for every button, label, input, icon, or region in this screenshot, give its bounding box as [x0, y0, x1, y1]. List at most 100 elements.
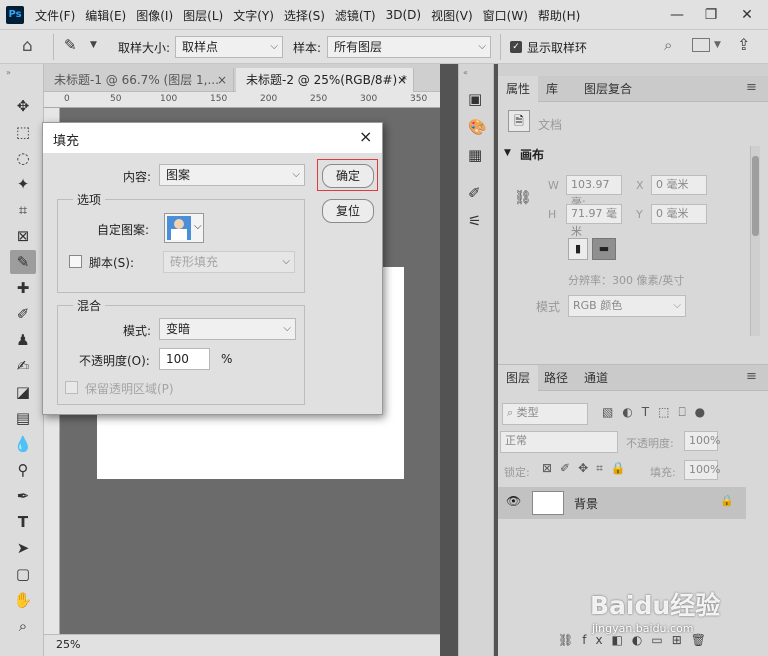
gradient-tool-icon[interactable]: ▤ [10, 406, 36, 430]
tab-paths[interactable]: 路径 [536, 365, 576, 391]
mode-select[interactable]: RGB 颜色 ⌵ [568, 295, 686, 317]
opacity-input[interactable]: 100 [159, 348, 210, 370]
menu-select[interactable]: 选择(S) [279, 7, 330, 24]
blend-mode-select[interactable]: 正常 [500, 431, 618, 453]
menu-3d[interactable]: 3D(D) [381, 8, 426, 22]
menu-file[interactable]: 文件(F) [30, 7, 80, 24]
landscape-icon[interactable]: ▬ [592, 238, 616, 260]
close-icon[interactable]: × [397, 68, 407, 92]
magic-wand-tool-icon[interactable]: ✦ [10, 172, 36, 196]
menu-window[interactable]: 窗口(W) [478, 7, 533, 24]
doc-label: 文档 [538, 118, 563, 132]
scrollbar-thumb[interactable] [752, 156, 759, 236]
height-field[interactable]: 71.97 毫米 [566, 204, 622, 238]
pen-tool-icon[interactable]: ✒ [10, 484, 36, 508]
filter-icons[interactable]: ▧◐T⬚⎕● [602, 405, 714, 420]
photoshop-logo: Ps [6, 6, 24, 24]
menu-layer[interactable]: 图层(L) [178, 7, 228, 24]
menu-image[interactable]: 图像(I) [131, 7, 178, 24]
blur-tool-icon[interactable]: 💧 [10, 432, 36, 456]
script-checkbox[interactable] [69, 255, 82, 268]
history-icon[interactable]: ▣ [468, 90, 482, 108]
home-icon[interactable]: ⌂ [22, 36, 33, 56]
sample-select[interactable]: 所有图层 ⌵ [327, 36, 491, 58]
frame-tool-icon[interactable]: ⊠ [10, 224, 36, 248]
share-icon[interactable]: ⇪ [737, 35, 750, 54]
tab-layer-comps[interactable]: 图层复合 [576, 76, 640, 102]
menu-edit[interactable]: 编辑(E) [80, 7, 131, 24]
menu-help[interactable]: 帮助(H) [533, 7, 585, 24]
reset-button[interactable]: 复位 [322, 199, 374, 223]
preserve-transparency-checkbox [65, 381, 78, 394]
zoom-level[interactable]: 25% [56, 638, 80, 651]
minimize-icon[interactable]: — [660, 0, 694, 30]
pattern-thumbnail [167, 216, 191, 240]
width-field[interactable]: 103.97 毫: [566, 175, 622, 209]
eyedropper-tool-icon[interactable]: ✎ [10, 250, 36, 274]
clone-stamp-tool-icon[interactable]: ♟ [10, 328, 36, 352]
lock-icons[interactable]: ⊠✐✥⌗🔒 [542, 461, 634, 476]
color-palette-icon[interactable]: 🎨 [468, 118, 487, 136]
show-ring-checkbox[interactable]: ✓ [510, 41, 522, 53]
y-field[interactable]: 0 毫米 [651, 204, 707, 224]
crop-tool-icon[interactable]: ⌗ [10, 198, 36, 222]
sample-value: 所有图层 [334, 40, 383, 54]
chevron-down-icon[interactable]: ▼ [90, 40, 97, 50]
brush-settings-icon[interactable]: ✐ [468, 184, 481, 202]
type-tool-icon[interactable]: T [10, 510, 36, 534]
lasso-tool-icon[interactable]: ◌ [10, 146, 36, 170]
menu-filter[interactable]: 滤镜(T) [330, 7, 381, 24]
close-icon[interactable]: × [217, 68, 227, 92]
eraser-tool-icon[interactable]: ◪ [10, 380, 36, 404]
pattern-picker[interactable]: ⌵ [164, 213, 204, 243]
rectangle-tool-icon[interactable]: ▢ [10, 562, 36, 586]
eyedropper-preset-icon[interactable]: ✎ [64, 36, 77, 54]
close-window-icon[interactable]: ✕ [730, 0, 764, 30]
layer-row[interactable]: 👁 背景 🔒 [498, 487, 746, 519]
sample-size-select[interactable]: 取样点 ⌵ [175, 36, 283, 58]
chevron-down-icon[interactable]: ▼ [714, 40, 721, 50]
menu-type[interactable]: 文字(Y) [228, 7, 279, 24]
opacity-field[interactable]: 100% [684, 431, 720, 451]
panel-menu-icon[interactable]: ≡ [746, 80, 757, 95]
dodge-tool-icon[interactable]: ⚲ [10, 458, 36, 482]
blend-mode-select[interactable]: 变暗 ⌵ [159, 318, 296, 340]
collapse-icon[interactable]: » [6, 68, 11, 77]
marquee-tool-icon[interactable]: ⬚ [10, 120, 36, 144]
layer-filter-select[interactable]: ⌕ 类型 [502, 403, 588, 425]
tab-channels[interactable]: 通道 [576, 365, 616, 391]
close-icon[interactable]: × [359, 127, 372, 146]
ok-button[interactable]: 确定 [322, 164, 374, 188]
brush-tool-icon[interactable]: ✐ [10, 302, 36, 326]
fill-field[interactable]: 100% [684, 460, 720, 480]
sample-size-label: 取样大小: [118, 41, 171, 55]
path-selection-tool-icon[interactable]: ➤ [10, 536, 36, 560]
workspace-icon[interactable] [692, 38, 710, 52]
chevron-down-icon[interactable]: ▼ [504, 148, 511, 158]
move-tool-icon[interactable]: ✥ [10, 94, 36, 118]
maximize-icon[interactable]: ❐ [694, 0, 728, 30]
tab-document-1[interactable]: 未标题-1 @ 66.7% (图层 1,... × [44, 68, 234, 92]
properties-scrollbar[interactable] [750, 146, 760, 336]
collapse-icon[interactable]: « [463, 68, 468, 77]
panel-menu-icon[interactable]: ≡ [746, 369, 757, 384]
hand-tool-icon[interactable]: ✋ [10, 588, 36, 612]
tab-libraries[interactable]: 库 [538, 76, 566, 102]
swatches-icon[interactable]: ▦ [468, 146, 482, 164]
adjustments-icon[interactable]: ⚟ [468, 212, 481, 230]
history-brush-tool-icon[interactable]: ✍ [10, 354, 36, 378]
tab-layers[interactable]: 图层 [498, 365, 539, 391]
x-field[interactable]: 0 毫米 [651, 175, 707, 195]
tab-properties[interactable]: 属性 [498, 76, 539, 102]
healing-brush-tool-icon[interactable]: ✚ [10, 276, 36, 300]
tab-document-2[interactable]: 未标题-2 @ 25%(RGB/8#) * × [236, 68, 414, 92]
baidu-watermark: Baidu经验 [590, 591, 721, 620]
link-icon[interactable]: ⛓ [514, 190, 532, 206]
menu-view[interactable]: 视图(V) [426, 7, 478, 24]
zoom-tool-icon[interactable]: ⌕ [10, 614, 36, 638]
search-icon[interactable]: ⌕ [664, 36, 672, 54]
content-select[interactable]: 图案 ⌵ [159, 164, 305, 186]
layer-actions[interactable]: ⛓fx◧◐▭⊞🗑 [558, 633, 715, 647]
eye-icon[interactable]: 👁 [506, 494, 521, 508]
portrait-icon[interactable]: ▮ [568, 238, 588, 260]
